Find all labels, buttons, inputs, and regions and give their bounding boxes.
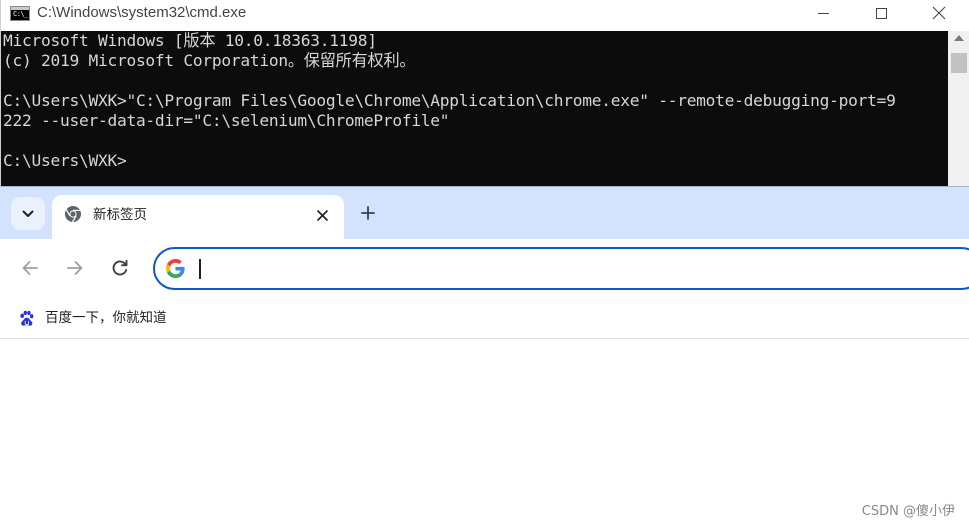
tab-close-button[interactable] <box>312 205 332 225</box>
cmd-window: C:\_ C:\Windows\system32\cmd.exe Microso… <box>0 0 969 186</box>
console-line: Microsoft Windows [版本 10.0.18363.1198] <box>3 31 377 50</box>
reload-button[interactable] <box>106 254 134 282</box>
baidu-paw-icon <box>20 310 34 326</box>
console-line: (c) 2019 Microsoft Corporation。保留所有权利。 <box>3 51 416 70</box>
address-bar[interactable] <box>153 247 969 290</box>
google-g-icon <box>166 259 185 278</box>
chrome-window: 新标签页 百度一下，你就知道 CSDN @傻小伊 <box>0 186 969 527</box>
bookmark-baidu[interactable]: 百度一下，你就知道 <box>12 304 173 332</box>
back-button[interactable] <box>16 254 44 282</box>
minimize-icon <box>817 12 829 14</box>
console-line: C:\Users\WXK>"C:\Program Files\Google\Ch… <box>3 91 896 110</box>
arrow-right-icon <box>67 261 83 275</box>
cmd-titlebar[interactable]: C:\_ C:\Windows\system32\cmd.exe <box>1 0 969 31</box>
tab-title: 新标签页 <box>93 207 147 223</box>
cmd-app-icon: C:\_ <box>10 6 30 21</box>
text-cursor <box>199 259 201 279</box>
scroll-up-arrow-icon[interactable] <box>954 35 964 41</box>
tab-strip: 新标签页 <box>0 187 969 239</box>
tab-new-tab[interactable]: 新标签页 <box>52 195 344 239</box>
cmd-window-title: C:\Windows\system32\cmd.exe <box>37 4 247 21</box>
chrome-icon <box>65 206 81 223</box>
scroll-thumb[interactable] <box>951 53 967 73</box>
arrow-left-icon <box>22 261 38 275</box>
maximize-button[interactable] <box>852 0 910 26</box>
bookmark-label: 百度一下，你就知道 <box>45 310 167 326</box>
close-icon <box>316 209 328 221</box>
omnibox-input[interactable] <box>195 255 895 282</box>
reload-icon <box>112 259 128 276</box>
cmd-scrollbar[interactable] <box>948 31 969 186</box>
minimize-button[interactable] <box>794 0 852 26</box>
cmd-console-output[interactable]: Microsoft Windows [版本 10.0.18363.1198] (… <box>1 31 948 186</box>
maximize-icon <box>875 7 887 19</box>
forward-button[interactable] <box>61 254 89 282</box>
plus-icon <box>361 206 375 220</box>
new-tab-button[interactable] <box>356 201 380 225</box>
csdn-watermark: CSDN @傻小伊 <box>861 504 955 519</box>
tab-search-button[interactable] <box>11 197 45 230</box>
chevron-down-icon <box>22 210 34 217</box>
bookmarks-bar: 百度一下，你就知道 <box>0 297 969 339</box>
console-prompt: C:\Users\WXK> <box>3 151 127 170</box>
close-window-button[interactable] <box>910 0 968 26</box>
new-tab-page: CSDN @傻小伊 <box>0 340 969 527</box>
console-line: 222 --user-data-dir="C:\selenium\ChromeP… <box>3 111 450 130</box>
browser-toolbar <box>0 239 969 297</box>
close-icon <box>932 6 946 20</box>
